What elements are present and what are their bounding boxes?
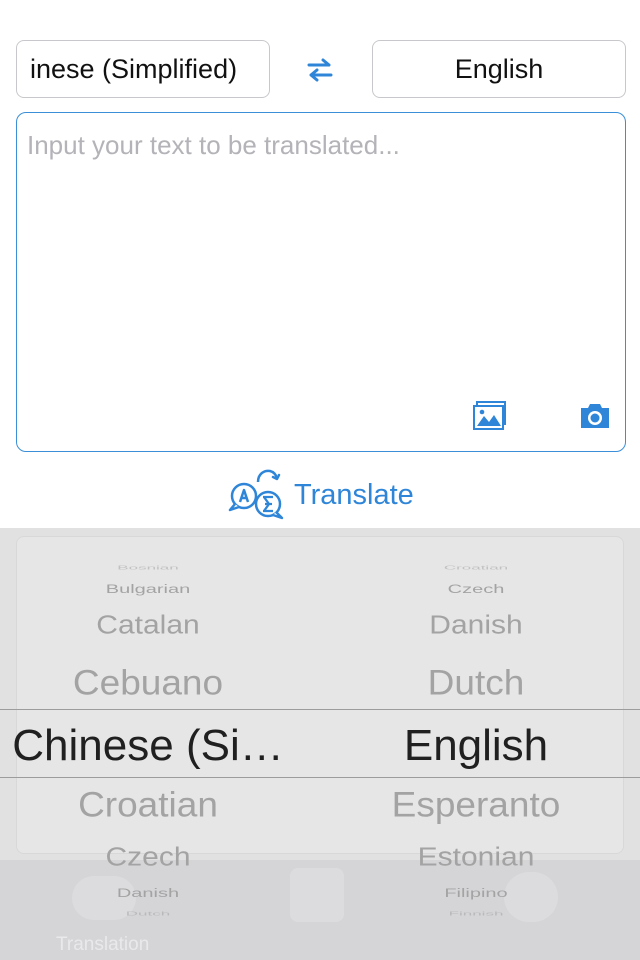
picker-option[interactable]: Danish bbox=[316, 612, 636, 641]
camera-icon bbox=[581, 404, 609, 428]
target-language-wheel[interactable]: Croatian Czech Danish Dutch English Esperanto… bbox=[320, 528, 640, 960]
picker-option[interactable]: Filipino bbox=[316, 886, 636, 900]
picker-option[interactable]: English bbox=[316, 721, 636, 771]
picker-option[interactable]: Czech bbox=[316, 582, 636, 596]
picker-option[interactable]: Cebuano bbox=[0, 663, 308, 703]
picker-option[interactable]: Estonian bbox=[316, 844, 636, 873]
text-input-placeholder: Input your text to be translated... bbox=[27, 130, 400, 160]
source-language-selector[interactable]: inese (Simplified) bbox=[16, 40, 270, 98]
translate-label: Translate bbox=[294, 478, 414, 511]
image-icon bbox=[473, 401, 506, 430]
source-language-wheel[interactable]: Bosnian Bulgarian Catalan Cebuano Chinese (S… bbox=[0, 528, 320, 960]
target-language-label: English bbox=[454, 53, 544, 84]
image-input-button[interactable] bbox=[473, 401, 507, 431]
picker-option[interactable]: Esperanto bbox=[316, 785, 636, 825]
language-picker[interactable]: Translation Bosnian Bulgarian Catalan Cebua… bbox=[0, 528, 640, 960]
picker-option[interactable]: Dutch bbox=[0, 911, 308, 917]
picker-option[interactable]: Dutch bbox=[316, 663, 636, 703]
swap-languages-button[interactable] bbox=[300, 52, 340, 88]
source-language-label: inese (Simplified) bbox=[30, 53, 238, 84]
swap-arrows-icon bbox=[307, 58, 333, 82]
picker-option[interactable]: Czech bbox=[0, 844, 308, 873]
picker-option[interactable]: Finnish bbox=[316, 911, 636, 917]
target-language-selector[interactable]: English bbox=[372, 40, 626, 98]
text-input-area[interactable]: Input your text to be translated... bbox=[16, 112, 626, 452]
camera-input-button[interactable] bbox=[579, 403, 611, 429]
picker-option[interactable]: Croatian bbox=[0, 785, 308, 825]
picker-option[interactable]: Catalan bbox=[0, 612, 308, 641]
picker-option[interactable]: Croatian bbox=[316, 565, 636, 571]
translate-button[interactable]: Translate bbox=[226, 468, 414, 522]
picker-option[interactable]: Bosnian bbox=[0, 565, 308, 571]
picker-option[interactable]: Bulgarian bbox=[0, 582, 308, 596]
translate-bubbles-icon bbox=[228, 469, 284, 520]
picker-option[interactable]: Danish bbox=[0, 886, 308, 900]
picker-option[interactable]: Chinese (Si… bbox=[0, 721, 308, 771]
